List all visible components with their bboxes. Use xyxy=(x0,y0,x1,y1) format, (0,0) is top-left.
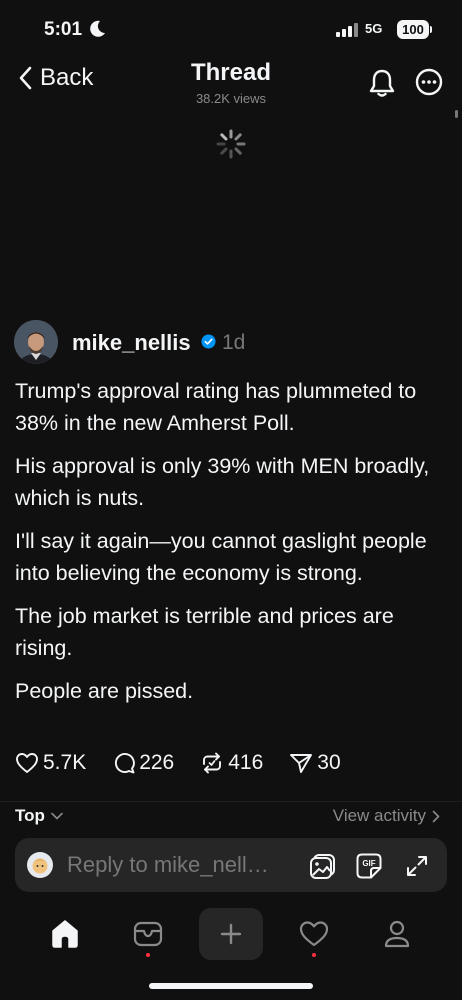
compose-button[interactable] xyxy=(199,908,263,960)
bell-icon[interactable] xyxy=(368,68,396,98)
plus-icon xyxy=(220,923,242,945)
verified-icon xyxy=(201,334,216,349)
share-button[interactable]: 30 xyxy=(289,751,341,775)
heart-icon xyxy=(16,753,38,773)
reply-count: 226 xyxy=(139,751,175,774)
post-paragraph: The job market is terrible and prices ar… xyxy=(15,604,394,660)
home-icon[interactable] xyxy=(49,919,81,949)
post-actions: 5.7K 226 416 30 xyxy=(15,751,341,775)
comment-icon xyxy=(115,753,135,774)
network-type: 5G xyxy=(365,21,383,36)
gif-label: GIF xyxy=(362,859,376,868)
divider xyxy=(0,801,462,802)
reply-input[interactable] xyxy=(67,849,287,881)
view-activity-link[interactable]: View activity xyxy=(333,806,440,826)
scrollbar-thumb[interactable] xyxy=(455,110,458,118)
status-time: 5:01 xyxy=(44,19,83,40)
inbox-notification-dot xyxy=(146,953,150,957)
repost-icon xyxy=(203,752,222,774)
inbox-icon[interactable] xyxy=(133,920,163,948)
home-indicator[interactable] xyxy=(149,983,313,989)
chevron-down-icon xyxy=(51,812,63,820)
battery-nub xyxy=(430,26,432,33)
battery-indicator: 100 xyxy=(397,20,429,39)
reply-button[interactable]: 226 xyxy=(113,751,174,775)
image-icon[interactable] xyxy=(309,852,337,880)
post-body: Trump's approval rating has plummeted to… xyxy=(15,375,455,718)
view-activity-label: View activity xyxy=(332,806,426,825)
repost-count: 416 xyxy=(228,751,264,774)
reply-avatar xyxy=(27,852,53,878)
profile-icon[interactable] xyxy=(382,919,412,949)
like-count: 5.7K xyxy=(43,751,87,774)
expand-icon[interactable] xyxy=(406,855,428,877)
sort-dropdown[interactable]: Top xyxy=(15,806,63,826)
post-paragraph: People are pissed. xyxy=(15,679,194,703)
signal-icon xyxy=(336,23,358,37)
more-icon[interactable] xyxy=(415,68,443,96)
post-timestamp: 1d xyxy=(222,331,246,354)
loading-spinner xyxy=(216,129,246,159)
share-count: 30 xyxy=(317,751,341,774)
share-icon xyxy=(290,754,313,773)
activity-notification-dot xyxy=(312,953,316,957)
repost-button[interactable]: 416 xyxy=(200,751,263,775)
moon-icon xyxy=(90,20,105,37)
activity-icon[interactable] xyxy=(298,920,330,948)
chevron-right-icon xyxy=(432,810,440,822)
gif-button[interactable]: GIF xyxy=(356,853,382,879)
post-paragraph: Trump's approval rating has plummeted to… xyxy=(15,379,417,435)
like-button[interactable]: 5.7K xyxy=(15,751,86,775)
post-paragraph: His approval is only 39% with MEN broadl… xyxy=(15,454,430,510)
sort-label: Top xyxy=(15,806,45,825)
avatar[interactable] xyxy=(14,320,58,364)
post-username[interactable]: mike_nellis xyxy=(72,330,191,356)
post-paragraph: I'll say it again—you cannot gaslight pe… xyxy=(15,529,427,585)
